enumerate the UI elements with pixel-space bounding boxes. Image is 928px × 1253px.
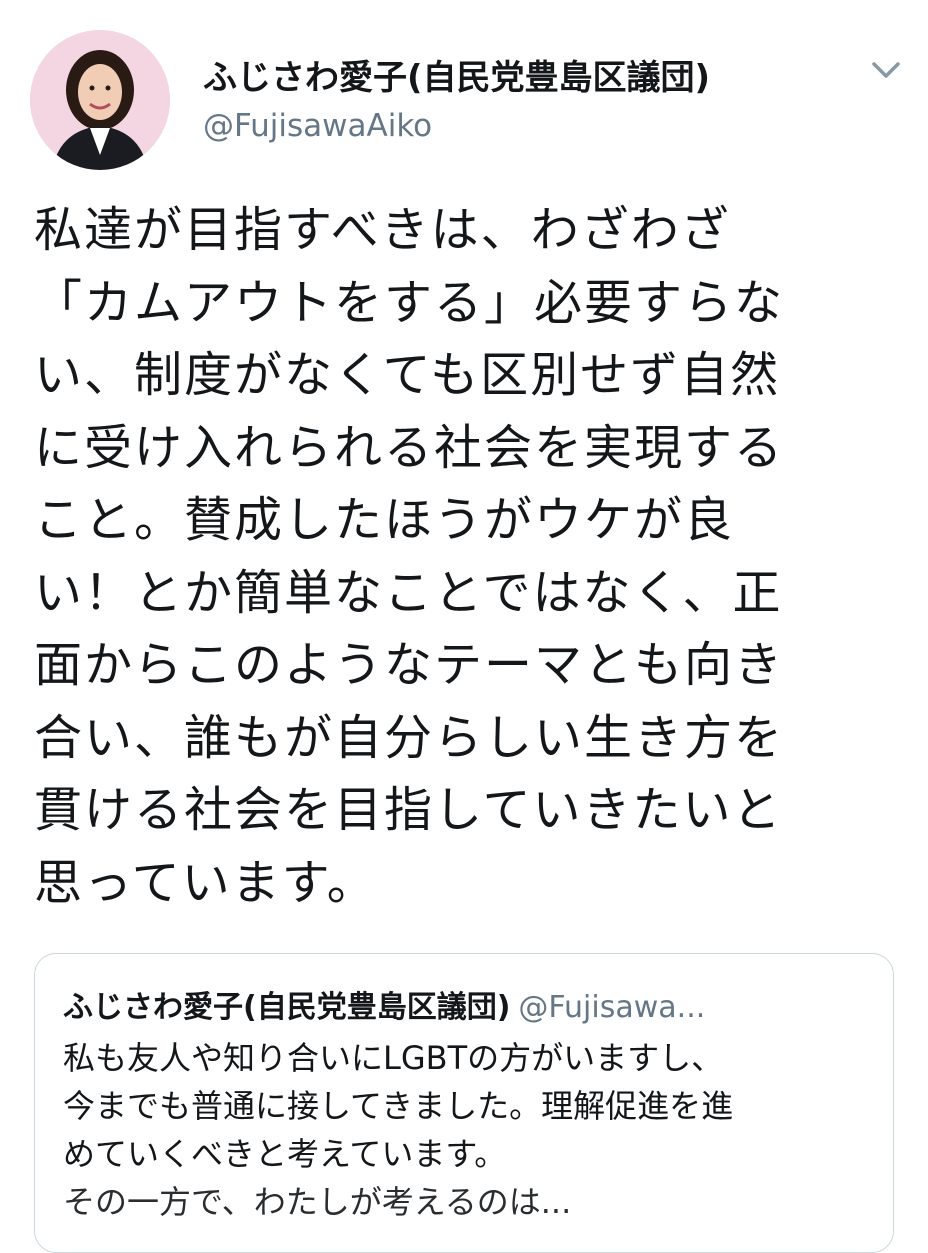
tweet-text-line: 面からこのようなテーマとも向き (34, 637, 785, 693)
quoted-author-display-name: ふじさわ愛子(自民党豊島区議団) (63, 990, 511, 1025)
tweet-text-line: 合い、誰もが自分らしい生き方を (34, 709, 785, 766)
quoted-tweet-text: 私も友人や知り合いにLGBTの方がいますし、 今までも普通に接してきました。理解… (63, 1034, 893, 1226)
author-handle[interactable]: @FujisawaAiko (203, 108, 432, 144)
tweet-text-line: い、制度がなくても区別せず自然 (34, 347, 781, 403)
quoted-text-line: 私も友人や知り合いにLGBTの方がいますし、 (63, 1039, 724, 1077)
tweet-text-line: 貫ける社会を目指していきたいと (34, 782, 783, 838)
tweet-text-line: 「カムアウトをする」必要すらな (34, 274, 785, 331)
chevron-down-icon (872, 62, 900, 78)
tweet-text-line: に受け入れられる社会を実現する (34, 419, 785, 476)
quoted-author-handle: @Fujisawa... (518, 990, 706, 1025)
tweet-text-line: こと。賛成したほうがウケが良 (34, 492, 735, 548)
quoted-tweet-header: ふじさわ愛子(自民党豊島区議団) @Fujisawa... (63, 982, 705, 1026)
tweet-menu-button[interactable] (866, 56, 906, 84)
quoted-tweet-card[interactable]: ふじさわ愛子(自民党豊島区議団) @Fujisawa... 私も友人や知り合いにL… (34, 953, 894, 1253)
author-display-name[interactable]: ふじさわ愛子(自民党豊島区議団) (203, 50, 710, 99)
tweet-text: 私達が目指すべきは、わざわざ 「カムアウトをする」必要すらな い、制度がなくても… (34, 194, 904, 919)
quoted-text-line: 今までも普通に接してきました。理解促進を進 (63, 1087, 734, 1125)
tweet-text-line: い！とか簡単なことではなく、正 (34, 564, 783, 621)
tweet-text-line: 私達が目指すべきは、わざわざ (34, 202, 731, 258)
quoted-text-line: めていくべきと考えています。 (63, 1135, 507, 1173)
avatar-photo (30, 30, 170, 170)
avatar[interactable] (30, 30, 170, 170)
quoted-text-line: その一方で、わたしが考えるのは... (63, 1183, 572, 1221)
tweet-text-line: 思っています。 (34, 854, 377, 911)
